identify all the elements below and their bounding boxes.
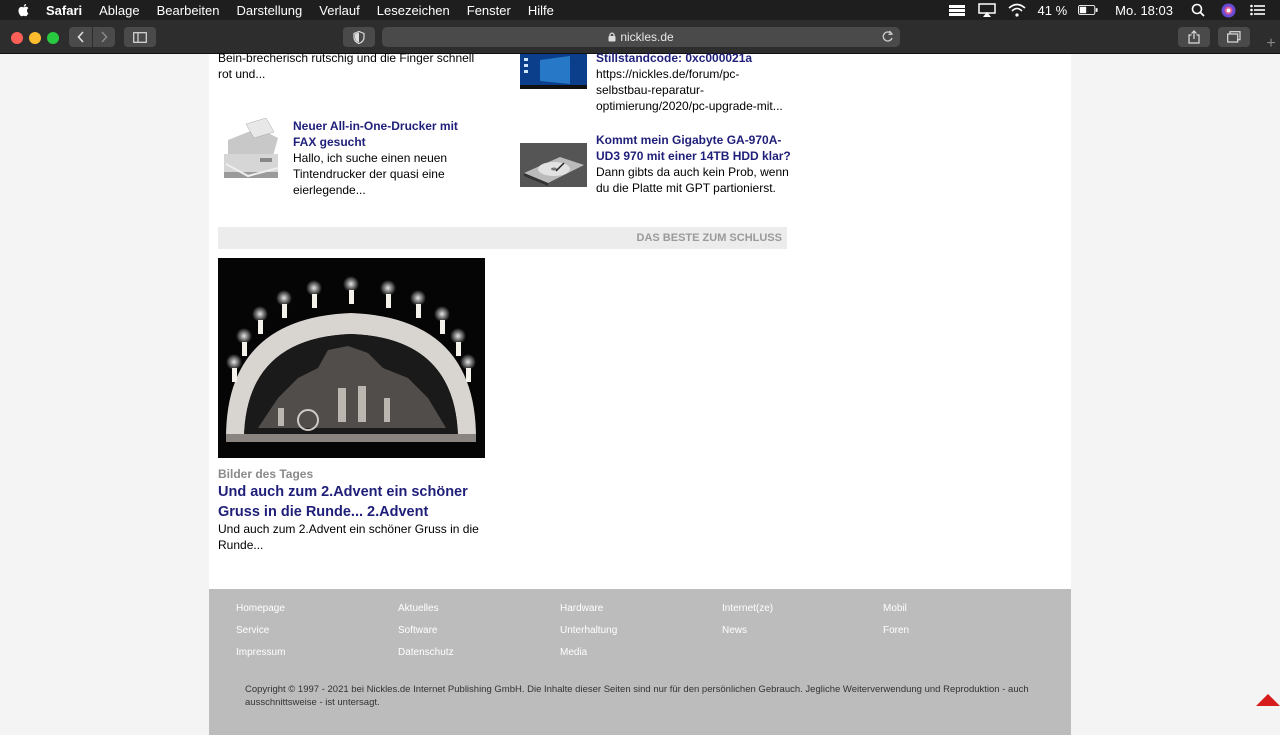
article-title-link[interactable]: Stillstandcode: 0xc000021a (596, 50, 786, 66)
footer-link-mobil[interactable]: Mobil (883, 603, 907, 614)
siri-icon[interactable] (1218, 3, 1238, 17)
article-thumbnail[interactable] (520, 143, 587, 187)
menu-safari[interactable]: Safari (46, 3, 82, 18)
scroll-to-top-icon[interactable] (1256, 694, 1280, 706)
notification-center-icon[interactable] (1248, 3, 1268, 17)
article-thumbnail[interactable] (520, 54, 587, 89)
menu-lesezeichen[interactable]: Lesezeichen (377, 3, 450, 18)
share-button[interactable] (1178, 27, 1210, 47)
feature-text: Und auch zum 2.Advent ein schöner Gruss … (218, 522, 479, 552)
menu-verlauf[interactable]: Verlauf (319, 3, 359, 18)
menu-bearbeiten[interactable]: Bearbeiten (157, 3, 220, 18)
clock[interactable]: Mo. 18:03 (1115, 3, 1173, 18)
macos-menu-bar: Safari Ablage Bearbeiten Darstellung Ver… (0, 0, 1280, 20)
airplay-icon[interactable] (977, 3, 997, 17)
footer-link-aktuelles[interactable]: Aktuelles (398, 603, 439, 614)
url-text: nickles.de (620, 30, 674, 44)
safari-toolbar: nickles.de (0, 20, 1280, 54)
sidebar-toggle-button[interactable] (124, 27, 156, 47)
hard-drive-image (520, 143, 587, 187)
section-heading-bar: DAS BESTE ZUM SCHLUSS (218, 227, 787, 249)
battery-percent: 41 % (1037, 2, 1068, 18)
stack-icon[interactable] (947, 3, 967, 17)
feature-title-link[interactable]: Und auch zum 2.Advent ein schöner Gruss … (218, 483, 488, 522)
wifi-icon[interactable] (1007, 3, 1027, 17)
shield-icon (353, 30, 365, 44)
forward-button[interactable] (92, 27, 115, 47)
new-tab-button[interactable]: + (1262, 34, 1280, 54)
privacy-report-button[interactable] (343, 27, 375, 47)
apple-icon[interactable] (16, 2, 32, 18)
footer-link-foren[interactable]: Foren (883, 625, 909, 636)
share-icon (1188, 30, 1200, 44)
menu-hilfe[interactable]: Hilfe (528, 3, 554, 18)
feature-image[interactable] (218, 258, 485, 458)
footer-link-homepage[interactable]: Homepage (236, 603, 285, 614)
article-thumbnail[interactable] (218, 118, 285, 185)
copyright-notice: Copyright © 1997 - 2021 bei Nickles.de I… (245, 684, 1029, 708)
tab-overview-button[interactable] (1218, 27, 1250, 47)
footer-link-hardware[interactable]: Hardware (560, 603, 603, 614)
article-title-link[interactable]: Neuer All-in-One-Drucker mit FAX gesucht (293, 118, 483, 150)
page-content: Bein-brecherisch rutschig und die Finger… (209, 51, 1071, 589)
chevron-right-icon (101, 31, 108, 43)
reload-icon[interactable] (881, 30, 894, 43)
footer-link-software[interactable]: Software (398, 625, 437, 636)
close-window-button[interactable] (11, 32, 23, 44)
lock-icon (608, 32, 616, 42)
printer-image (218, 118, 285, 185)
footer-link-datenschutz[interactable]: Datenschutz (398, 647, 454, 658)
menu-ablage[interactable]: Ablage (99, 3, 139, 18)
menu-darstellung[interactable]: Darstellung (237, 3, 303, 18)
article-title-link[interactable]: Kommt mein Gigabyte GA-970A-UD3 970 mit … (596, 132, 792, 164)
windows-desktop-image (520, 54, 587, 89)
minimize-window-button[interactable] (29, 32, 41, 44)
footer-link-internet[interactable]: Internet(ze) (722, 603, 773, 614)
article-text: https://nickles.de/forum/pc-selbstbau-re… (596, 67, 783, 113)
candle-arch-image (218, 258, 485, 458)
footer-link-news[interactable]: News (722, 625, 747, 636)
article-text: Bein-brecherisch rutschig und die Finger… (218, 51, 475, 81)
article-text: Hallo, ich suche einen neuen Tintendruck… (293, 151, 448, 197)
article-text: Dann gibts da auch kein Prob, wenn du di… (596, 165, 789, 195)
battery-icon[interactable] (1078, 3, 1098, 17)
footer-link-service[interactable]: Service (236, 625, 269, 636)
sidebar-icon (133, 31, 147, 43)
tabs-icon (1227, 31, 1241, 43)
footer-link-impressum[interactable]: Impressum (236, 647, 285, 658)
menu-fenster[interactable]: Fenster (467, 3, 511, 18)
spotlight-search-icon[interactable] (1188, 3, 1208, 17)
address-bar[interactable]: nickles.de (382, 27, 900, 47)
back-button[interactable] (69, 27, 92, 47)
chevron-left-icon (76, 31, 84, 43)
site-footer: Homepage Aktuelles Hardware Internet(ze)… (209, 589, 1071, 735)
feature-category[interactable]: Bilder des Tages (218, 467, 313, 481)
fullscreen-window-button[interactable] (47, 32, 59, 44)
section-heading: DAS BESTE ZUM SCHLUSS (636, 232, 782, 244)
nav-buttons (69, 27, 115, 47)
footer-link-unterhaltung[interactable]: Unterhaltung (560, 625, 617, 636)
footer-link-media[interactable]: Media (560, 647, 587, 658)
status-area: 41 % Mo. 18:03 (942, 0, 1280, 20)
